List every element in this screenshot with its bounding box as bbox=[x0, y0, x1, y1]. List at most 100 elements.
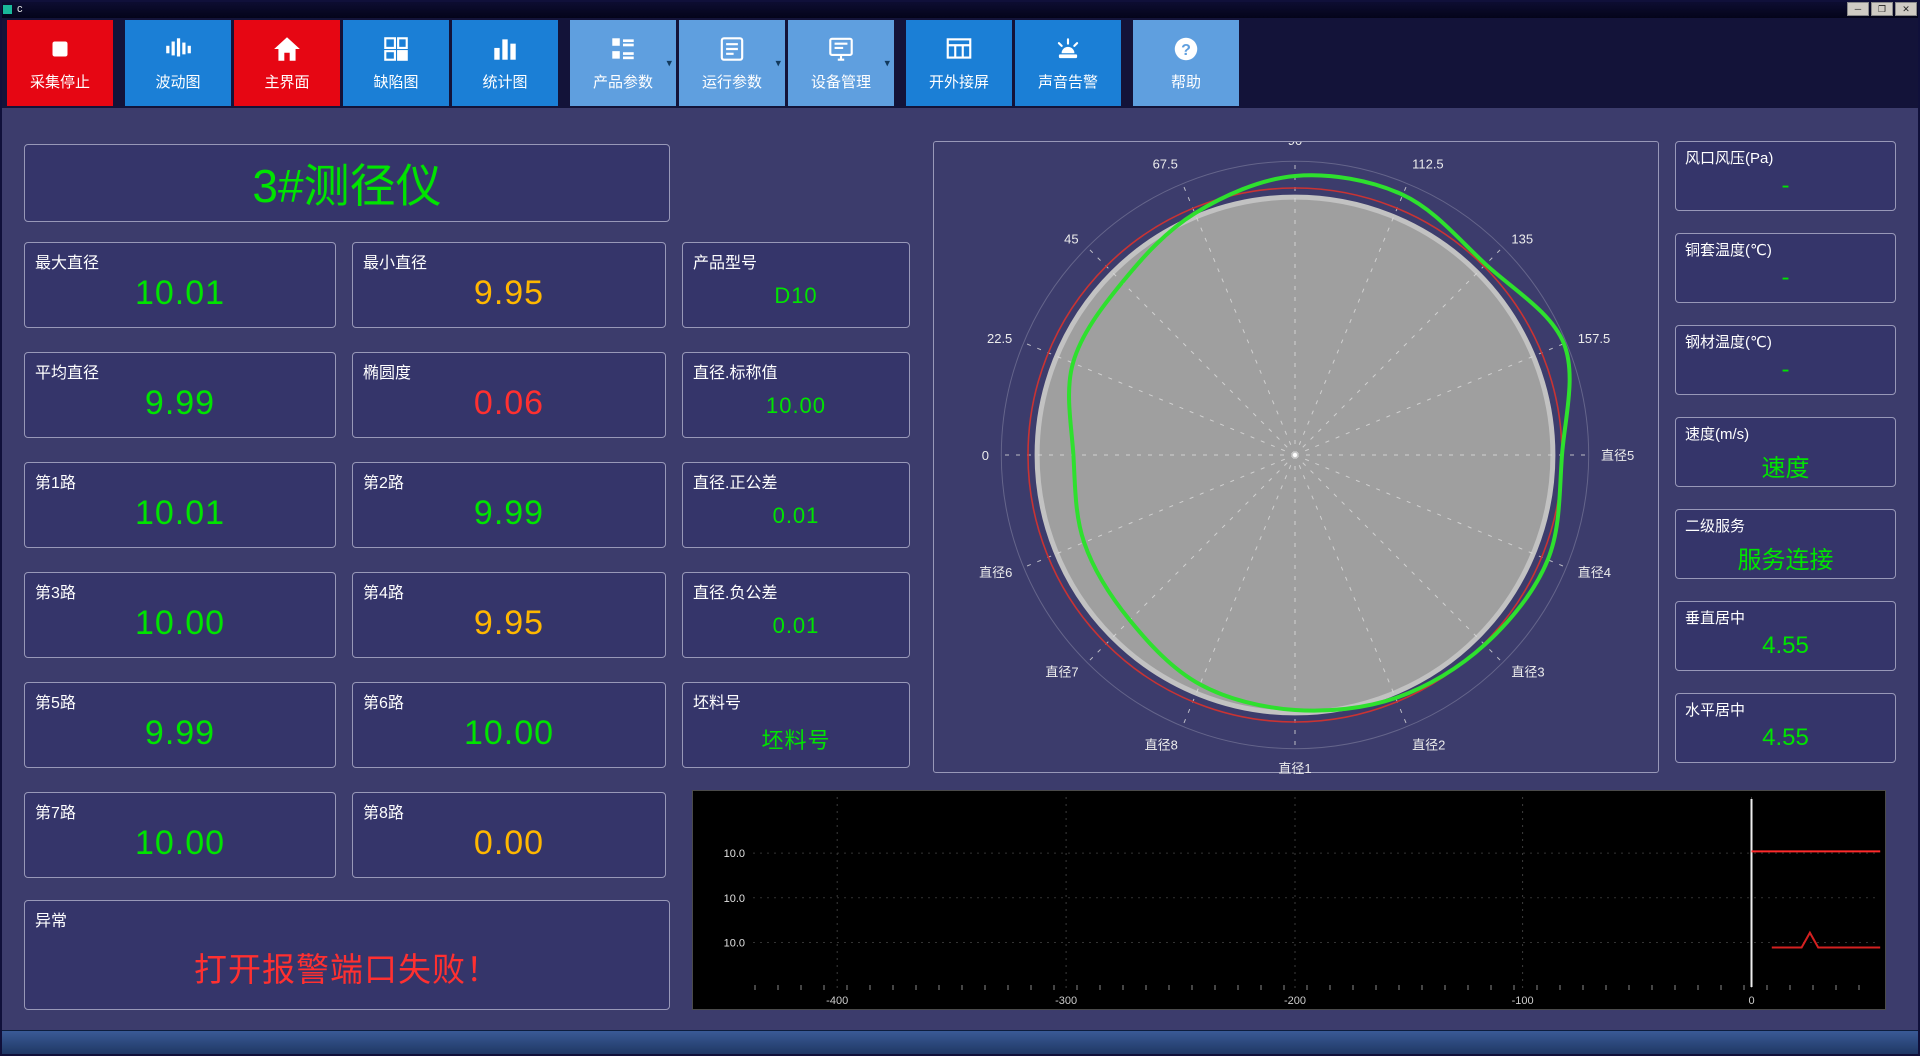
x-axis-label: -300 bbox=[1055, 995, 1077, 1007]
spoke-label: 0 bbox=[982, 448, 989, 463]
card-label: 第4路 bbox=[363, 585, 404, 602]
measure-card-c1-5: 第5路 9.99 bbox=[24, 682, 336, 768]
status-card-label: 速度(m/s) bbox=[1685, 426, 1750, 443]
toolbar-button-label: 采集停止 bbox=[29, 74, 90, 91]
help-icon: ? bbox=[1171, 34, 1201, 64]
measure-column-2: 最小直径 9.95 椭圆度 0.06 第2路 9.99 第4路 9.95 第6路 10.00 第8路… bbox=[352, 242, 666, 878]
spoke-label: 直径6 bbox=[979, 565, 1012, 580]
toolbar-button-stop[interactable]: 采集停止 bbox=[7, 20, 113, 106]
status-card-1: 风口风压(Pa) - bbox=[1675, 141, 1896, 211]
run-params-icon bbox=[717, 34, 747, 64]
minimize-button[interactable]: ─ bbox=[1847, 2, 1869, 16]
card-label: 平均直径 bbox=[35, 365, 100, 382]
toolbar-button-main[interactable]: 主界面 bbox=[234, 20, 340, 106]
card-value: 10.00 bbox=[134, 824, 226, 862]
card-label: 第6路 bbox=[363, 695, 404, 712]
chevron-down-icon: ▾ bbox=[775, 57, 781, 70]
card-value: 9.95 bbox=[473, 604, 545, 642]
card-label: 最大直径 bbox=[35, 255, 100, 272]
maximize-button[interactable]: ❐ bbox=[1871, 2, 1893, 16]
home-icon bbox=[272, 34, 302, 64]
close-button[interactable]: ✕ bbox=[1895, 2, 1917, 16]
toolbar-button-wave[interactable]: 波动图 bbox=[125, 20, 231, 106]
toolbar-button-ext-screen[interactable]: 开外接屏 bbox=[906, 20, 1012, 106]
toolbar-button-device-mgmt[interactable]: 设备管理 ▾ bbox=[788, 20, 894, 106]
status-card-label: 水平居中 bbox=[1685, 702, 1746, 719]
card-value: 9.99 bbox=[144, 384, 216, 422]
spoke-label: 67.5 bbox=[1153, 156, 1178, 171]
external-screen-icon bbox=[944, 34, 974, 64]
card-value: 10.01 bbox=[134, 494, 226, 532]
spoke-label: 直径7 bbox=[1045, 664, 1078, 679]
card-label: 第2路 bbox=[363, 475, 404, 492]
status-card-value: - bbox=[1781, 356, 1790, 383]
spoke-label: 直径2 bbox=[1412, 738, 1445, 753]
toolbar-button-run-params[interactable]: 运行参数 ▾ bbox=[679, 20, 785, 106]
status-card-value: - bbox=[1781, 264, 1790, 291]
y-axis-label: 10.0 bbox=[724, 938, 745, 950]
polar-profile-chart: 直径5 157.5 135 112.5 90 67.5 45 22.5 0 直径6 直径7 直径8 直径… bbox=[979, 133, 1634, 776]
measure-card-c2-5: 第6路 10.00 bbox=[352, 682, 666, 768]
toolbar-button-label: 产品参数 bbox=[592, 74, 653, 91]
card-label: 第5路 bbox=[35, 695, 76, 712]
status-card-4: 速度(m/s) 速度 bbox=[1675, 417, 1896, 487]
stop-icon bbox=[45, 34, 75, 64]
spoke-label: 135 bbox=[1511, 232, 1533, 247]
card-label: 第7路 bbox=[35, 805, 76, 822]
toolbar-button-product-params[interactable]: 产品参数 ▾ bbox=[570, 20, 676, 106]
measure-card-c2-1: 最小直径 9.95 bbox=[352, 242, 666, 328]
toolbar: 采集停止 波动图 主界面 缺陷图 统计图 产品参数 ▾ 运行参数 ▾ 设备管理 ▾ 开外接屏 声音告警?… bbox=[0, 18, 1920, 108]
status-card-label: 钢材温度(℃) bbox=[1685, 334, 1772, 351]
card-label: 第3路 bbox=[35, 585, 76, 602]
card-label: 直径.负公差 bbox=[693, 585, 778, 602]
device-monitor-icon bbox=[826, 34, 856, 64]
bar-chart-icon bbox=[490, 34, 520, 64]
product-card-2: 直径.标称值 10.00 bbox=[682, 352, 910, 438]
spoke-label: 90 bbox=[1288, 142, 1302, 148]
status-card-3: 钢材温度(℃) - bbox=[1675, 325, 1896, 395]
toolbar-button-stats[interactable]: 统计图 bbox=[452, 20, 558, 106]
toolbar-button-label: 运行参数 bbox=[701, 74, 762, 91]
spoke-label: 直径5 bbox=[1601, 448, 1634, 463]
toolbar-button-defect[interactable]: 缺陷图 bbox=[343, 20, 449, 106]
card-value: 0.06 bbox=[473, 384, 545, 422]
toolbar-button-label: 开外接屏 bbox=[928, 74, 989, 91]
card-value: 10.00 bbox=[765, 393, 827, 418]
wave-chart-icon bbox=[163, 34, 193, 64]
card-label: 第1路 bbox=[35, 475, 76, 492]
toolbar-button-help[interactable]: ? 帮助 bbox=[1133, 20, 1239, 106]
spoke-label: 45 bbox=[1064, 232, 1078, 247]
toolbar-button-sound-alarm[interactable]: 声音告警 bbox=[1015, 20, 1121, 106]
card-value: 坯料号 bbox=[761, 728, 831, 753]
measure-card-c2-6: 第8路 0.00 bbox=[352, 792, 666, 878]
status-column: 风口风压(Pa) - 铜套温度(℃) - 钢材温度(℃) - 速度(m/s) 速度 二级服务 服务… bbox=[1675, 141, 1896, 763]
toolbar-button-label: 波动图 bbox=[155, 74, 201, 91]
status-card-value: 4.55 bbox=[1762, 632, 1809, 659]
titlebar: c ─ ❐ ✕ bbox=[0, 0, 1920, 18]
status-card-value: 4.55 bbox=[1762, 724, 1809, 751]
card-value: 10.00 bbox=[463, 714, 555, 752]
x-axis-label: -400 bbox=[826, 995, 848, 1007]
gauge-title: 3#测径仪 bbox=[24, 144, 670, 222]
product-card-3: 直径.正公差 0.01 bbox=[682, 462, 910, 548]
chevron-down-icon: ▾ bbox=[884, 57, 890, 70]
card-value: 10.01 bbox=[134, 274, 226, 312]
alarm-card: 异常 打开报警端口失败！ bbox=[24, 900, 670, 1010]
status-card-label: 风口风压(Pa) bbox=[1685, 150, 1774, 167]
spoke-label: 直径1 bbox=[1278, 761, 1311, 774]
card-value: 0.01 bbox=[772, 503, 820, 528]
trend-chart: 10.0 10.0 10.0 -400 -300 -200 -100 0 bbox=[724, 797, 1881, 1007]
spoke-label: 157.5 bbox=[1578, 331, 1611, 346]
product-column: 产品型号 D10 直径.标称值 10.00 直径.正公差 0.01 直径.负公差 0.01 坯料… bbox=[682, 242, 910, 768]
statusbar bbox=[0, 1030, 1920, 1056]
defect-grid-icon bbox=[381, 34, 411, 64]
status-card-7: 水平居中 4.55 bbox=[1675, 693, 1896, 763]
y-axis-label: 10.0 bbox=[724, 893, 745, 905]
x-axis-label: -200 bbox=[1284, 995, 1306, 1007]
measure-card-c1-3: 第1路 10.01 bbox=[24, 462, 336, 548]
svg-text:?: ? bbox=[1181, 41, 1191, 59]
measure-card-c1-4: 第3路 10.00 bbox=[24, 572, 336, 658]
measure-card-c1-2: 平均直径 9.99 bbox=[24, 352, 336, 438]
spoke-label: 直径4 bbox=[1578, 565, 1611, 580]
card-value: 10.00 bbox=[134, 604, 226, 642]
